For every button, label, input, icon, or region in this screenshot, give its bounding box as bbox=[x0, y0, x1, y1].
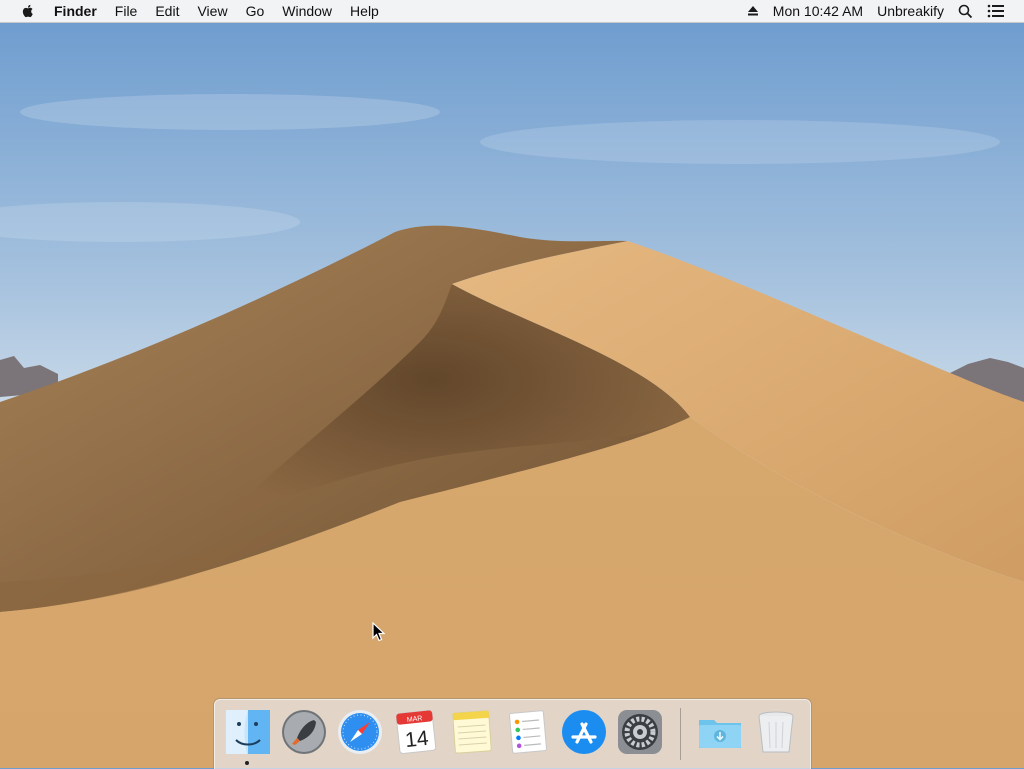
menu-help[interactable]: Help bbox=[341, 0, 388, 22]
menu-edit[interactable]: Edit bbox=[146, 0, 188, 22]
trash-icon bbox=[758, 711, 794, 753]
dock-item-launchpad[interactable] bbox=[280, 708, 328, 756]
system-preferences-icon bbox=[618, 710, 662, 754]
finder-icon bbox=[226, 710, 270, 754]
clock[interactable]: Mon 10:42 AM bbox=[766, 0, 870, 22]
dock-item-reminders[interactable] bbox=[504, 708, 552, 756]
dock-item-system-preferences[interactable] bbox=[616, 708, 664, 756]
dock-item-app-store[interactable] bbox=[560, 708, 608, 756]
launchpad-icon bbox=[282, 710, 326, 754]
menu-bar: Finder File Edit View Go Window Help Mon… bbox=[0, 0, 1024, 23]
user-switcher[interactable]: Unbreakify bbox=[870, 0, 951, 22]
menu-file[interactable]: File bbox=[106, 0, 147, 22]
app-menu-finder[interactable]: Finder bbox=[54, 0, 106, 22]
calendar-icon: MAR 14 bbox=[395, 710, 437, 754]
dock-item-downloads[interactable] bbox=[696, 708, 744, 756]
spotlight-button[interactable] bbox=[951, 4, 980, 19]
dock-item-trash[interactable] bbox=[752, 708, 800, 756]
eject-menu-extra[interactable] bbox=[740, 5, 766, 17]
reminders-icon bbox=[508, 710, 548, 754]
dock-item-notes[interactable] bbox=[448, 708, 496, 756]
menu-window[interactable]: Window bbox=[273, 0, 341, 22]
mouse-cursor-icon bbox=[372, 622, 386, 642]
notification-center-button[interactable] bbox=[980, 4, 1012, 18]
dock-separator bbox=[680, 708, 681, 760]
dock-item-safari[interactable] bbox=[336, 708, 384, 756]
mojave-dune-wallpaper bbox=[0, 22, 1024, 768]
dock: MAR 14 bbox=[214, 699, 811, 769]
dock-item-finder[interactable] bbox=[224, 708, 272, 756]
app-store-icon bbox=[562, 710, 606, 754]
menu-go[interactable]: Go bbox=[237, 0, 274, 22]
desktop-wallpaper[interactable] bbox=[0, 22, 1024, 768]
calendar-day-label: 14 bbox=[404, 727, 430, 752]
finder-running-indicator bbox=[245, 761, 249, 765]
dock-item-calendar[interactable]: MAR 14 bbox=[392, 708, 440, 756]
apple-icon[interactable] bbox=[20, 3, 36, 19]
menu-view[interactable]: View bbox=[188, 0, 236, 22]
downloads-folder-icon bbox=[699, 720, 741, 748]
safari-icon bbox=[338, 710, 382, 754]
spotlight-search-icon bbox=[958, 4, 973, 18]
notification-center-icon bbox=[987, 4, 1004, 18]
eject-icon bbox=[747, 6, 758, 16]
notes-icon bbox=[452, 710, 492, 754]
